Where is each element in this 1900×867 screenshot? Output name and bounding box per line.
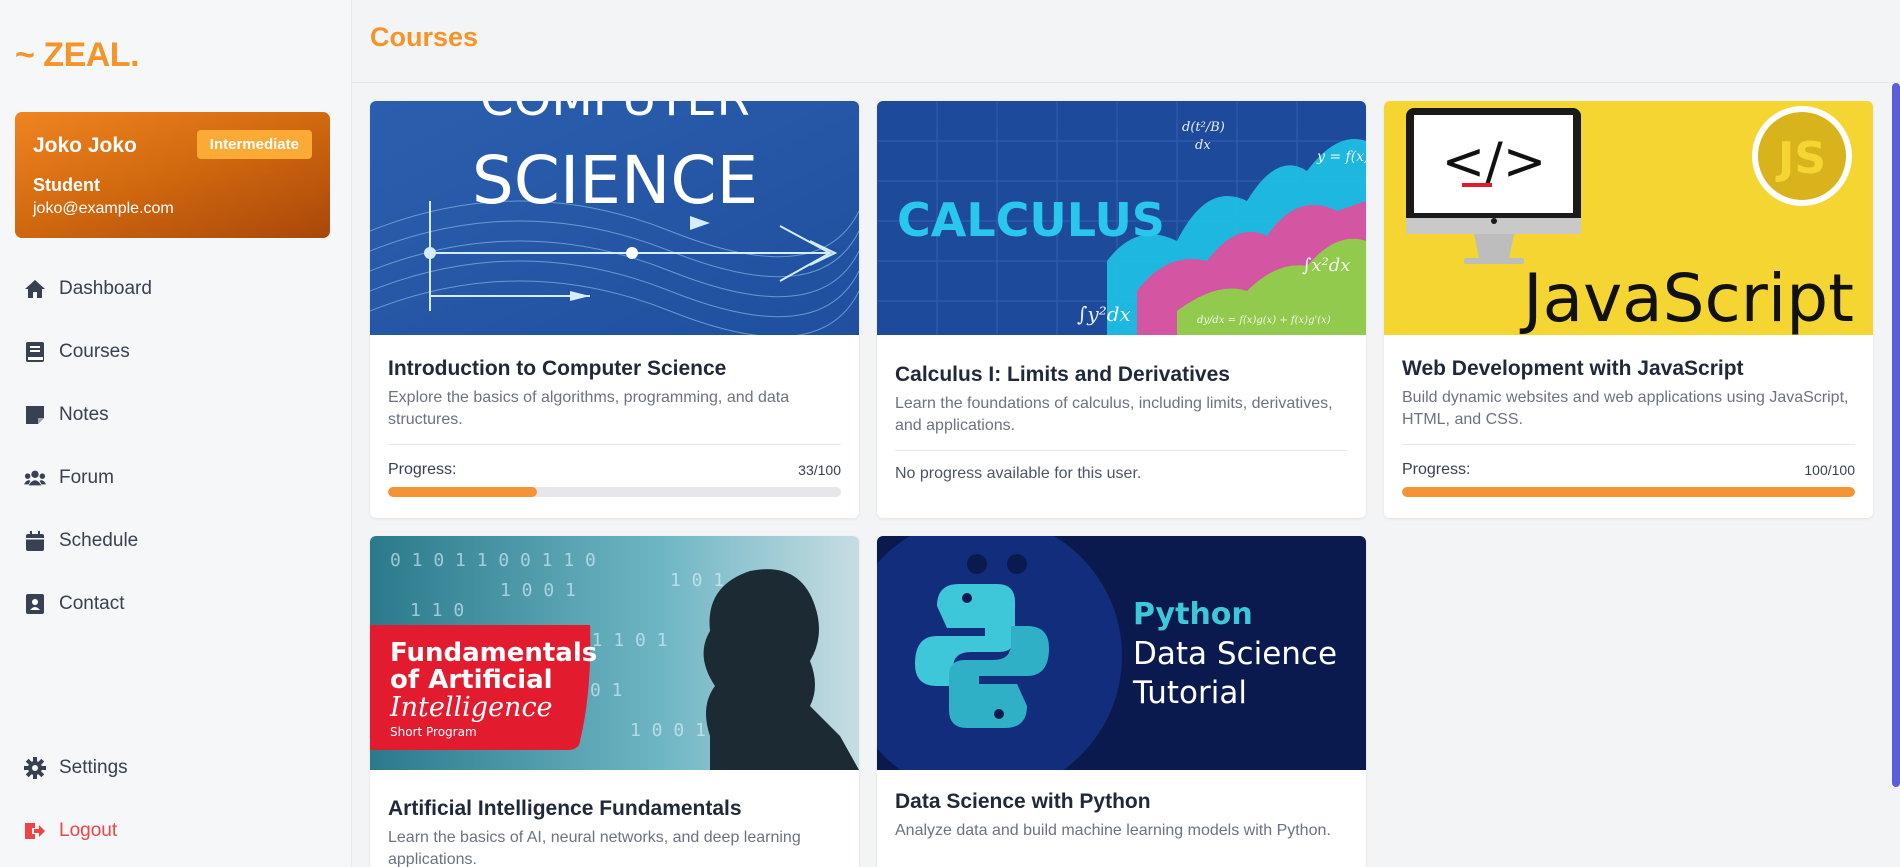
- course-thumbnail-text: Fundamentals: [390, 638, 597, 668]
- sidebar-item-settings[interactable]: Settings: [0, 744, 352, 792]
- contact-book-icon: [24, 593, 46, 615]
- course-thumbnail-text: COMPUTER: [480, 101, 750, 127]
- progress-fill: [388, 487, 538, 497]
- course-thumbnail: 0 1 0 1 1 01 0 0 11 1 0 0 1 1 0 11 0 0 1…: [370, 536, 859, 770]
- course-title: Calculus I: Limits and Derivatives: [895, 363, 1230, 386]
- course-thumbnail-text: CALCULUS: [897, 193, 1165, 247]
- logout-icon: [24, 820, 46, 842]
- course-description: Learn the basics of AI, neural networks,…: [388, 829, 801, 867]
- course-title: Web Development with JavaScript: [1402, 357, 1744, 380]
- sidebar-item-forum[interactable]: Forum: [0, 454, 352, 502]
- progress-row: Progress: 33/100: [388, 461, 841, 479]
- progress-bar: [388, 487, 841, 497]
- divider: [1402, 444, 1855, 445]
- sidebar-item-schedule[interactable]: Schedule: [0, 517, 352, 565]
- divider: [388, 444, 841, 445]
- progress-bar: [1402, 487, 1855, 497]
- svg-text:d(t²/B): d(t²/B): [1182, 120, 1225, 135]
- progress-value: 33/100: [798, 462, 841, 478]
- course-title: Artificial Intelligence Fundamentals: [388, 797, 742, 820]
- sidebar-item-label: Contact: [59, 593, 125, 614]
- sidebar-item-label: Forum: [59, 467, 114, 488]
- sidebar-item-label: Courses: [59, 341, 130, 362]
- users-icon: [24, 467, 46, 489]
- course-thumbnail-text: JavaScript: [1519, 260, 1854, 335]
- course-thumbnail: Python Data Science Tutorial: [877, 536, 1366, 770]
- svg-text:1 1 0: 1 1 0: [410, 600, 464, 621]
- divider: [895, 450, 1348, 451]
- svg-text:dy/dx = f(x)g(x) + f(x)g'(x): dy/dx = f(x)g(x) + f(x)g'(x): [1197, 315, 1331, 326]
- svg-text:0 1 0 1 1 0: 0 1 0 1 1 0: [390, 550, 509, 571]
- svg-text:0 1: 0 1: [590, 680, 623, 701]
- course-description: Build dynamic websites and web applicati…: [1402, 389, 1849, 428]
- profile-role: Student: [33, 175, 100, 195]
- book-icon: [24, 341, 46, 363]
- profile-name: Joko Joko: [33, 134, 137, 157]
- progress-fill: [1402, 487, 1855, 497]
- course-card[interactable]: COMPUTER SCIENCE Introduction to Compute…: [370, 101, 859, 518]
- course-card[interactable]: CALCULUS d(t²/B) dx y = f(x) + ∫x²dx ∫y²d…: [877, 101, 1366, 518]
- sidebar: ~ ZEAL. Joko Joko Intermediate Student j…: [0, 0, 352, 867]
- sidebar-item-notes[interactable]: Notes: [0, 391, 352, 439]
- no-progress-message: No progress available for this user.: [895, 465, 1142, 482]
- logo[interactable]: ~ ZEAL.: [15, 36, 140, 75]
- course-thumbnail-text: Python: [1133, 597, 1253, 632]
- course-thumbnail: </> JS JavaScript: [1384, 101, 1873, 335]
- svg-text:∫y²dx: ∫y²dx: [1077, 302, 1131, 326]
- progress-label: Progress:: [1402, 461, 1471, 478]
- main-content: Courses COMPUTER SCIENCE: [352, 0, 1900, 867]
- course-thumbnail: COMPUTER SCIENCE: [370, 101, 859, 335]
- logout-label: Logout: [59, 820, 118, 841]
- page-title: Courses: [370, 22, 479, 52]
- profile-card: Joko Joko Intermediate Student joko@exam…: [15, 112, 330, 238]
- sidebar-item-contact[interactable]: Contact: [0, 580, 352, 628]
- progress-label: Progress:: [388, 461, 457, 478]
- svg-text:1 0 1: 1 0 1: [670, 570, 724, 591]
- svg-text:∫x²dx: ∫x²dx: [1302, 255, 1350, 276]
- calendar-icon: [24, 530, 46, 552]
- page-header: Courses: [352, 0, 1900, 83]
- course-description: Explore the basics of algorithms, progra…: [388, 389, 790, 428]
- sidebar-item-courses[interactable]: Courses: [0, 328, 352, 376]
- course-thumbnail-text: Tutorial: [1132, 675, 1247, 711]
- logout-button[interactable]: Logout: [0, 807, 352, 855]
- note-icon: [24, 404, 46, 426]
- course-card[interactable]: </> JS JavaScript Web Development with J…: [1384, 101, 1873, 518]
- profile-email: joko@example.com: [33, 200, 174, 217]
- course-thumbnail-text: </>: [1442, 132, 1547, 192]
- course-thumbnail-text: Data Science: [1133, 636, 1337, 672]
- course-card[interactable]: Python Data Science Tutorial Data Scienc…: [877, 536, 1366, 867]
- svg-text:dx: dx: [1195, 138, 1211, 153]
- course-thumbnail-text: Short Program: [390, 725, 477, 739]
- progress-value: 100/100: [1804, 462, 1855, 478]
- course-description: Learn the foundations of calculus, inclu…: [895, 395, 1333, 434]
- course-thumbnail-text: of Artificial: [390, 665, 553, 695]
- sidebar-item-label: Dashboard: [59, 278, 152, 299]
- sidebar-item-label: Notes: [59, 404, 109, 425]
- level-badge: Intermediate: [196, 130, 312, 159]
- course-thumbnail-text: SCIENCE: [472, 142, 758, 219]
- course-title: Introduction to Computer Science: [388, 357, 727, 380]
- sidebar-item-label: Schedule: [59, 530, 139, 551]
- progress-row: Progress: 100/100: [1402, 461, 1855, 479]
- course-title: Data Science with Python: [895, 790, 1151, 813]
- svg-text:y = f(x) +: y = f(x) +: [1316, 149, 1366, 165]
- home-icon: [24, 278, 46, 300]
- scrollbar[interactable]: [1892, 83, 1900, 787]
- svg-text:0 1 1 0: 0 1 1 0: [520, 550, 596, 571]
- course-thumbnail-text: JS: [1775, 133, 1826, 184]
- gear-icon: [24, 757, 46, 779]
- sidebar-item-label: Settings: [59, 757, 128, 778]
- sidebar-item-dashboard[interactable]: Dashboard: [0, 265, 352, 313]
- svg-text:1 0 0 1: 1 0 0 1: [500, 580, 576, 601]
- course-thumbnail: CALCULUS d(t²/B) dx y = f(x) + ∫x²dx ∫y²d…: [877, 101, 1366, 335]
- course-description: Analyze data and build machine learning …: [895, 822, 1331, 839]
- course-card[interactable]: 0 1 0 1 1 01 0 0 11 1 0 0 1 1 0 11 0 0 1…: [370, 536, 859, 867]
- course-thumbnail-text: Intelligence: [389, 692, 553, 723]
